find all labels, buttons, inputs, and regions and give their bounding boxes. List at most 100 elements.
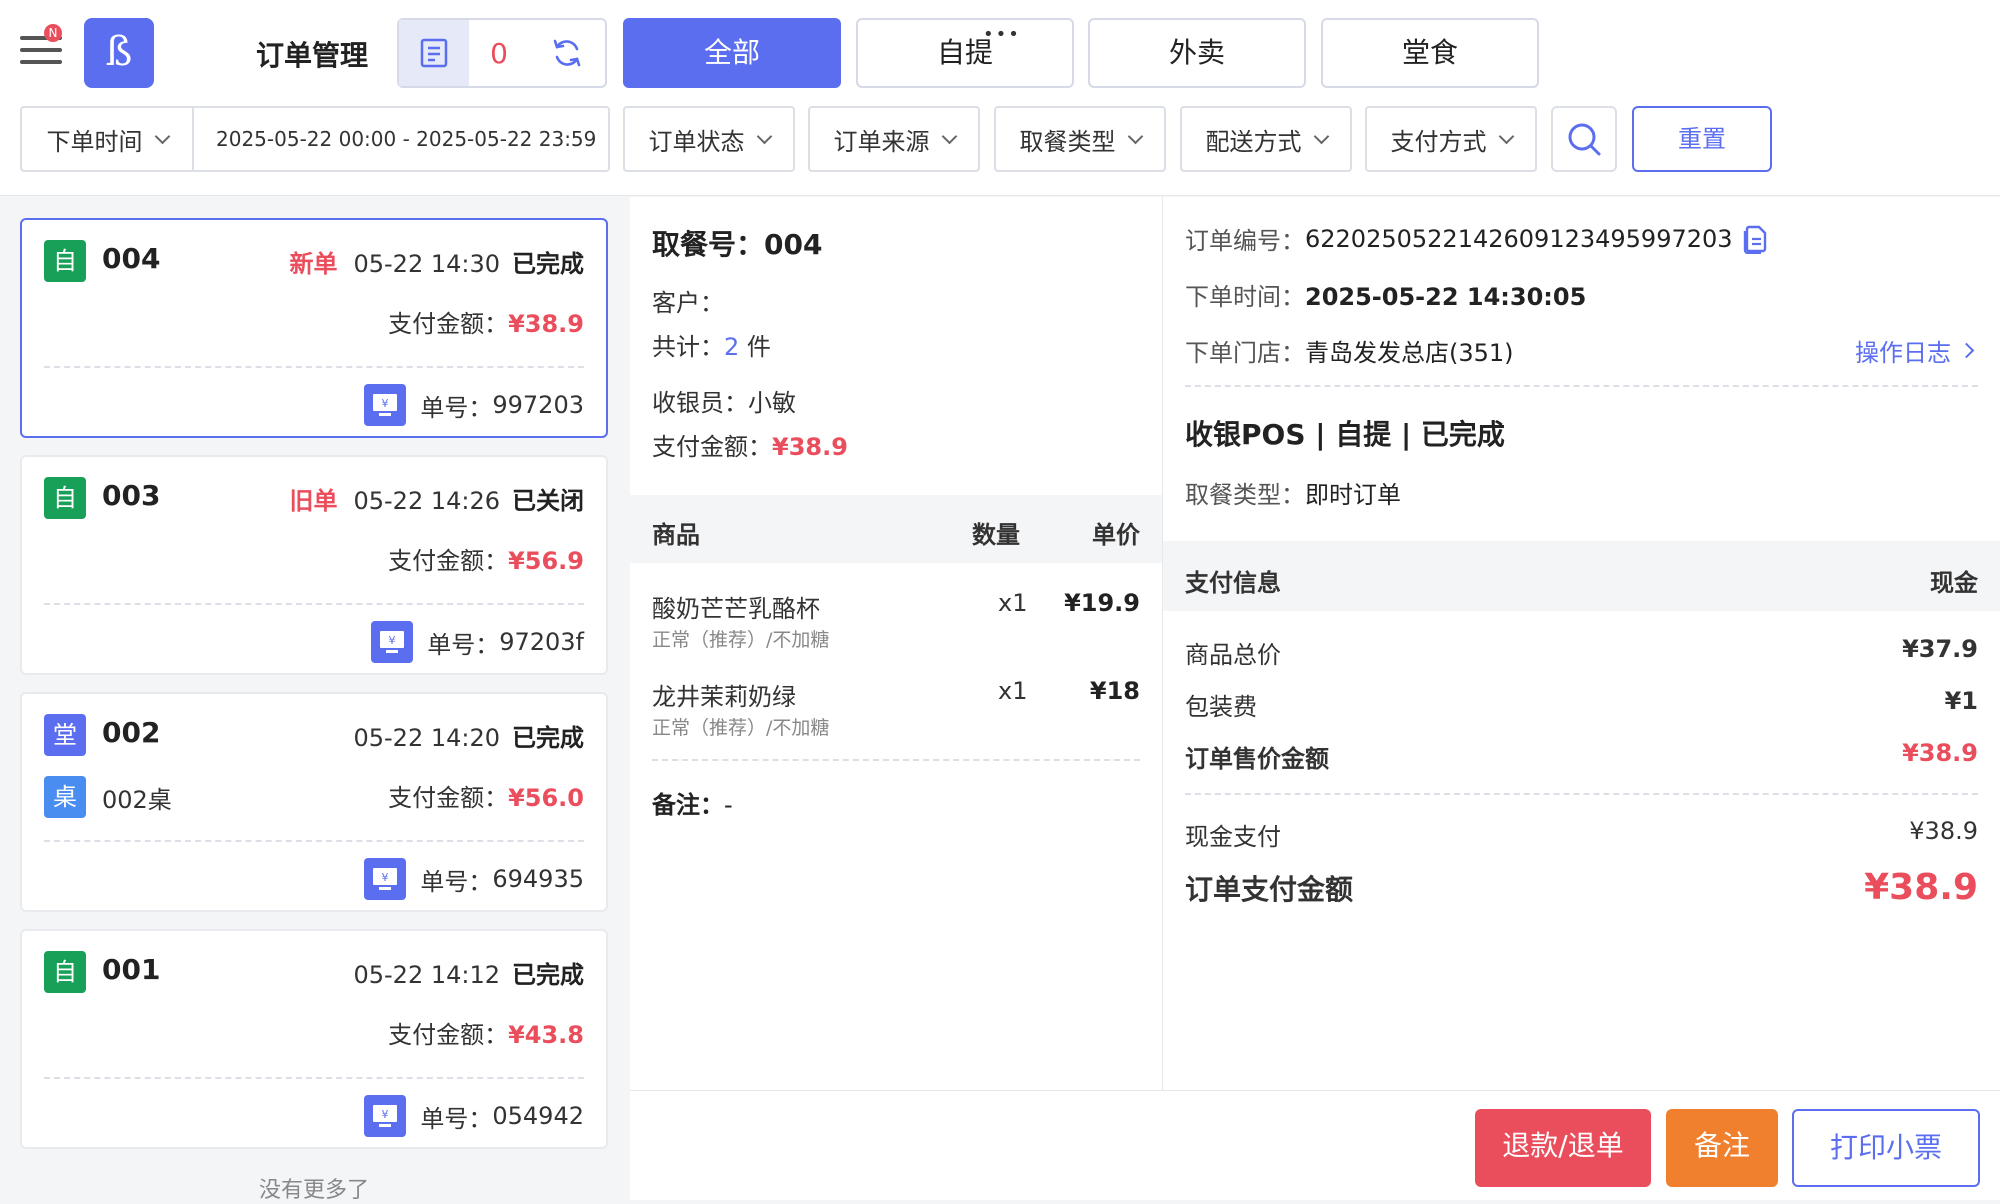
ticket-line: ¥ 单号： 997203 — [364, 384, 584, 426]
pay-amount: ¥43.8 — [508, 1021, 584, 1049]
filter-payment-method[interactable]: 支付方式 — [1365, 106, 1537, 172]
tab-all[interactable]: 全部 — [623, 18, 841, 88]
payment-method: 现金 — [1930, 569, 1978, 597]
ticket-line: ¥ 单号： 97203f — [371, 621, 584, 663]
filter-order-source[interactable]: 订单来源 — [808, 106, 980, 172]
divider — [44, 840, 584, 842]
order-time: 05-22 14:20 — [353, 724, 500, 752]
order-id: 6220250522142609123495997203 — [1305, 224, 1733, 253]
order-number: 001 — [102, 953, 161, 986]
chevron-down-icon — [154, 128, 170, 144]
self-pickup-badge: 自 — [44, 477, 86, 519]
store-name: 青岛发发总店(351) — [1305, 339, 1514, 367]
order-status: 已完成 — [512, 250, 584, 278]
total-count-line: 共计：2 件 — [652, 333, 771, 361]
store-line: 下单门店：青岛发发总店(351) — [1185, 339, 1514, 367]
chevron-down-icon — [941, 128, 957, 144]
goods-row: 酸奶芒芒乳酪杯 正常（推荐）/不加糖 x1 ¥19.9 — [630, 589, 1162, 669]
order-number: 004 — [102, 242, 161, 275]
order-status-line: 05-22 14:12 已完成 — [353, 955, 584, 990]
chevron-down-icon — [1313, 128, 1329, 144]
packaging-fee-row: 包装费 ¥1 — [1185, 687, 1978, 721]
divider — [44, 366, 584, 368]
date-range-input[interactable]: 2025-05-22 00:00 - 2025-05-22 23:59 — [194, 127, 596, 151]
svg-text:¥: ¥ — [382, 397, 389, 410]
tab-dine-in[interactable]: 堂食 — [1321, 18, 1539, 88]
channel-line: 收银POS | 自提 | 已完成 — [1185, 418, 1505, 451]
order-time: 05-22 14:30 — [353, 250, 500, 278]
self-pickup-badge: 自 — [44, 951, 86, 993]
sale-amount-row: 订单售价金额 ¥38.9 — [1185, 739, 1978, 773]
final-amount: ¥38.9 — [1864, 867, 1978, 908]
goods-spec: 正常（推荐）/不加糖 — [652, 629, 830, 651]
goods-total-row: 商品总价 ¥37.9 — [1185, 635, 1978, 669]
order-detail-panel: 取餐号：004 客户： 共计：2 件 收银员：小敏 支付金额：¥38.9 商品 … — [630, 197, 1162, 1090]
reset-button[interactable]: 重置 — [1632, 106, 1772, 172]
pos-icon: ¥ — [364, 1095, 407, 1137]
filter-order-status[interactable]: 订单状态 — [623, 106, 795, 172]
refresh-icon[interactable] — [529, 20, 605, 86]
pay-line: 支付金额：¥56.9 — [388, 547, 584, 575]
order-status: 已完成 — [512, 961, 584, 989]
order-card-001[interactable]: 自 001 05-22 14:12 已完成 支付金额：¥43.8 ¥ 单号： 0549… — [20, 929, 608, 1149]
table-name: 002桌 — [102, 786, 172, 814]
goods-price: ¥19.9 — [1064, 589, 1140, 617]
goods-price: ¥18 — [1089, 677, 1140, 705]
final-payment-row: 订单支付金额 ¥38.9 — [1185, 867, 1978, 908]
svg-text:¥: ¥ — [382, 871, 389, 884]
goods-row: 龙井茉莉奶绿 正常（推荐）/不加糖 x1 ¥18 — [630, 677, 1162, 757]
notification-badge: N — [44, 24, 62, 42]
order-card-004[interactable]: 自 004 新单 05-22 14:30 已完成 支付金额：¥38.9 ¥ 单号： 99… — [20, 218, 608, 438]
note-line: 备注：- — [652, 791, 733, 819]
order-status: 已关闭 — [512, 487, 584, 515]
action-bar: 退款/退单 备注 打印小票 — [630, 1090, 2000, 1200]
new-order-tag: 新单 — [289, 250, 338, 278]
refund-button[interactable]: 退款/退单 — [1475, 1109, 1651, 1187]
goods-name: 酸奶芒芒乳酪杯 — [652, 595, 820, 623]
order-card-003[interactable]: 自 003 旧单 05-22 14:26 已关闭 支付金额：¥56.9 ¥ 单号： 97… — [20, 455, 608, 675]
app-logo: ß — [84, 18, 154, 88]
customer-line: 客户： — [652, 289, 724, 317]
filter-pickup-type[interactable]: 取餐类型 — [994, 106, 1166, 172]
pay-amount: ¥38.9 — [508, 310, 584, 338]
menu-icon[interactable]: N — [18, 24, 66, 70]
order-list-icon[interactable] — [399, 20, 469, 86]
operation-log-link[interactable]: 操作日志 — [1855, 333, 1975, 368]
pickup-type-line: 取餐类型：即时订单 — [1185, 481, 1401, 509]
goods-name: 龙井茉莉奶绿 — [652, 683, 796, 711]
divider — [652, 759, 1140, 761]
svg-text:¥: ¥ — [382, 1108, 389, 1121]
ticket-number: 997203 — [492, 391, 584, 419]
dine-in-badge: 堂 — [44, 714, 86, 756]
order-card-002[interactable]: 堂 002 05-22 14:20 已完成 桌 002桌 支付金额：¥56.0 ¥… — [20, 692, 608, 912]
tab-pickup[interactable]: ••• 自提 — [856, 18, 1074, 88]
order-number: 002 — [102, 716, 161, 749]
order-id-line: 订单编号： 6220250522142609123495997203 — [1185, 221, 1769, 256]
cash-payment-row: 现金支付 ¥38.9 — [1185, 817, 1978, 851]
order-number: 003 — [102, 479, 161, 512]
pay-line: 支付金额：¥43.8 — [388, 1021, 584, 1049]
search-button[interactable] — [1551, 106, 1617, 172]
order-status: 已完成 — [512, 724, 584, 752]
note-button[interactable]: 备注 — [1666, 1109, 1778, 1187]
pickup-number: 取餐号：004 — [652, 228, 823, 261]
print-receipt-button[interactable]: 打印小票 — [1792, 1109, 1980, 1187]
chevron-down-icon — [1127, 128, 1143, 144]
no-more-text: 没有更多了 — [258, 1178, 369, 1203]
order-status-line: 旧单 05-22 14:26 已关闭 — [289, 481, 584, 516]
chevron-right-icon — [1958, 342, 1975, 359]
order-time: 05-22 14:26 — [353, 487, 500, 515]
pos-icon: ¥ — [364, 384, 407, 426]
goods-qty: x1 — [998, 589, 1028, 617]
copy-icon[interactable] — [1741, 224, 1769, 254]
filter-delivery-method[interactable]: 配送方式 — [1180, 106, 1352, 172]
total-count: 2 — [724, 333, 740, 361]
goods-spec: 正常（推荐）/不加糖 — [652, 717, 830, 739]
date-filter[interactable]: 下单时间 2025-05-22 00:00 - 2025-05-22 23:59 — [20, 106, 610, 172]
date-type-select[interactable]: 下单时间 — [22, 108, 194, 170]
tab-delivery[interactable]: 外卖 — [1088, 18, 1306, 88]
goods-qty: x1 — [998, 677, 1028, 705]
divider — [1185, 385, 1978, 387]
pos-icon: ¥ — [364, 858, 407, 900]
cashier-line: 收银员：小敏 — [652, 389, 796, 417]
